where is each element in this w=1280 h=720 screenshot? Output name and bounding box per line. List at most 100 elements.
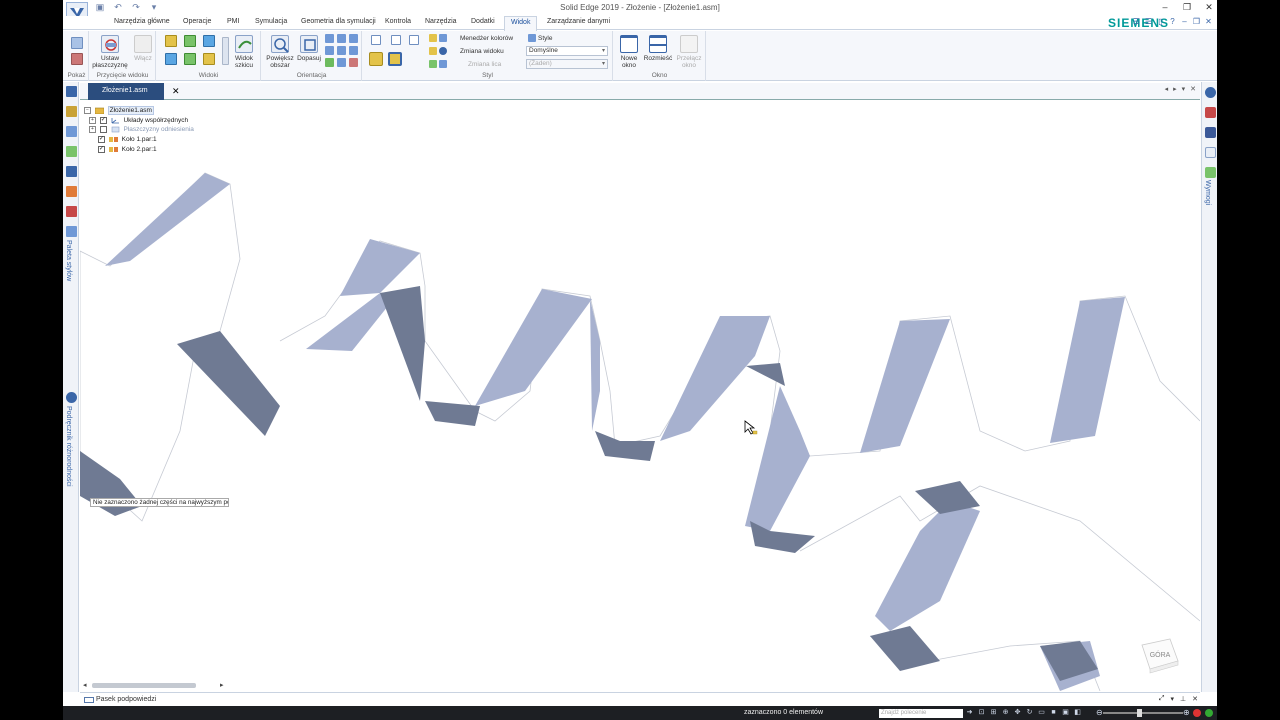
- scroll-right-icon[interactable]: ▸: [220, 681, 224, 689]
- shaded-edges-icon[interactable]: [388, 52, 402, 66]
- named-views-icon[interactable]: [337, 58, 346, 67]
- document-tab-zlozenie[interactable]: Złożenie1.asm: [88, 83, 164, 100]
- graphics-viewport[interactable]: − Złożenie1.asm + ✓ Układy współrzędnych…: [80, 101, 1200, 691]
- layers-icon[interactable]: [66, 106, 77, 117]
- sensors-icon[interactable]: [66, 186, 77, 197]
- zoom-in-icon[interactable]: [325, 46, 334, 55]
- view-style-combo[interactable]: Domyślne: [526, 46, 608, 56]
- render-mode-3-icon[interactable]: [409, 35, 419, 45]
- sketch-view-status-icon[interactable]: ▭: [1037, 708, 1046, 717]
- tab-dodatki[interactable]: Dodatki: [471, 18, 495, 25]
- layout-icon[interactable]: ☰: [1144, 17, 1153, 27]
- file-icon[interactable]: ▯: [1156, 17, 1165, 27]
- close-document-icon[interactable]: ✕: [1190, 85, 1196, 93]
- zmiana-widoku-label[interactable]: Zmiana widoku: [460, 48, 504, 55]
- next-tab-icon[interactable]: ▸: [1173, 85, 1177, 93]
- view-left-icon[interactable]: [165, 53, 177, 65]
- zoom-status-icon[interactable]: ⊕: [1001, 708, 1010, 717]
- resize-icon[interactable]: ⤢: [1159, 695, 1165, 703]
- view-cube[interactable]: GÓRA: [1138, 637, 1182, 679]
- view-top-icon[interactable]: [184, 53, 196, 65]
- facebook-icon[interactable]: [1205, 127, 1216, 138]
- go-icon[interactable]: ➜: [965, 708, 974, 717]
- tree-row-coordinate-systems[interactable]: + ✓ Układy współrzędnych: [84, 116, 194, 127]
- close-tab-icon[interactable]: ✕: [172, 86, 180, 97]
- visibility-checkbox[interactable]: ✓: [98, 136, 105, 144]
- new-window-icon[interactable]: [620, 35, 638, 53]
- set-clipping-plane-icon[interactable]: [101, 35, 119, 53]
- tab-geometria-dla-symulacji[interactable]: Geometria dla symulacji: [301, 18, 376, 25]
- view-right-icon[interactable]: [203, 35, 215, 47]
- restore-doc-icon[interactable]: ❐: [1192, 17, 1201, 27]
- command-finder-input[interactable]: Znajdź polecenie: [879, 709, 963, 718]
- color-sub-icon[interactable]: [439, 34, 447, 42]
- options-icon[interactable]: ☰: [1132, 17, 1141, 27]
- pathfinder-icon[interactable]: [66, 86, 77, 97]
- help-icon[interactable]: ?: [1168, 17, 1177, 27]
- visibility-checkbox[interactable]: [99, 126, 107, 134]
- paint-icon[interactable]: [439, 60, 447, 68]
- wymogi-tab[interactable]: Wymogi: [1204, 180, 1211, 205]
- help-pane-icon[interactable]: [66, 166, 77, 177]
- record-icon[interactable]: [1193, 709, 1201, 717]
- tab-symulacja[interactable]: Symulacja: [255, 18, 287, 25]
- prev-tab-icon[interactable]: ◂: [1165, 85, 1169, 93]
- zoom-area-status-icon[interactable]: ⊡: [977, 708, 986, 717]
- podrecznik-tab[interactable]: Podręcznik różnorodności: [65, 406, 72, 487]
- style-icon[interactable]: [528, 34, 536, 42]
- show-pane-icon[interactable]: [71, 37, 83, 49]
- color-manager-icon[interactable]: [429, 34, 437, 42]
- face-override-icon[interactable]: [429, 60, 437, 68]
- youtube-icon[interactable]: [1205, 107, 1216, 118]
- render-mode-2-icon[interactable]: [391, 35, 401, 45]
- visibility-checkbox[interactable]: ✓: [98, 145, 105, 153]
- view-override-icon[interactable]: [429, 47, 437, 55]
- display-status-icon[interactable]: ▣: [1061, 708, 1070, 717]
- expand-icon[interactable]: +: [89, 116, 96, 124]
- style-palette-icon[interactable]: [66, 226, 77, 237]
- tab-zarzadzanie-danymi[interactable]: Zarządzanie danymi: [547, 18, 610, 25]
- requirements-icon[interactable]: [1205, 167, 1216, 178]
- tab-narzedzia-glowne[interactable]: Narzędzia główne: [114, 18, 170, 25]
- enable-clipping-icon[interactable]: [134, 35, 152, 53]
- pan-status-icon[interactable]: ✥: [1013, 708, 1022, 717]
- style-label[interactable]: Style: [538, 35, 552, 42]
- sphere-icon[interactable]: [439, 47, 447, 55]
- scroll-thumb[interactable]: [92, 683, 196, 688]
- tab-kontrola[interactable]: Kontrola: [385, 18, 411, 25]
- tree-row-reference-planes[interactable]: + Płaszczyzny odniesienia: [84, 126, 194, 136]
- fit-status-icon[interactable]: ⊞: [989, 708, 998, 717]
- show-items-icon[interactable]: [71, 53, 83, 65]
- view-bottom-icon[interactable]: [203, 53, 215, 65]
- view-front-icon[interactable]: [184, 35, 196, 47]
- common-views-icon[interactable]: [349, 46, 358, 55]
- close-doc-icon[interactable]: ✕: [1204, 17, 1213, 27]
- visibility-checkbox[interactable]: ✓: [99, 116, 107, 124]
- tab-widok[interactable]: Widok: [504, 16, 538, 31]
- render-mode-1-icon[interactable]: [371, 35, 381, 45]
- menedzer-kolorow-label[interactable]: Menedżer kolorów: [460, 35, 513, 42]
- tab-operacje[interactable]: Operacje: [183, 18, 211, 25]
- paleta-stylow-tab[interactable]: Paleta stylów: [65, 240, 72, 281]
- status-ok-icon[interactable]: [1205, 709, 1213, 717]
- community-icon[interactable]: [1205, 147, 1216, 158]
- expand-icon[interactable]: +: [89, 126, 96, 134]
- shaded-icon[interactable]: [369, 52, 383, 66]
- arrange-icon[interactable]: [649, 35, 667, 53]
- pin-icon[interactable]: ⊥: [1180, 695, 1186, 703]
- zoom-in-status-icon[interactable]: ⊕: [1183, 708, 1190, 717]
- tree-row-root[interactable]: − Złożenie1.asm: [84, 106, 194, 117]
- spin-icon[interactable]: [337, 46, 346, 55]
- zoom-slider[interactable]: [1103, 709, 1183, 717]
- scroll-left-icon[interactable]: ◂: [83, 681, 87, 689]
- view-status-icon[interactable]: ◧: [1073, 708, 1082, 717]
- tab-narzedzia[interactable]: Narzędzia: [425, 18, 457, 25]
- tree-horizontal-scrollbar[interactable]: ◂ ▸: [80, 681, 230, 690]
- view-iso-icon[interactable]: [165, 35, 177, 47]
- family-icon[interactable]: [66, 146, 77, 157]
- pan-icon[interactable]: [349, 34, 358, 43]
- tree-row-part-2[interactable]: ✓ Koło 2.par:1: [84, 145, 194, 156]
- library-icon[interactable]: [66, 126, 77, 137]
- tree-row-part-1[interactable]: ✓ Koło 1.par:1: [84, 136, 194, 146]
- shaded-status-icon[interactable]: ■: [1049, 708, 1058, 717]
